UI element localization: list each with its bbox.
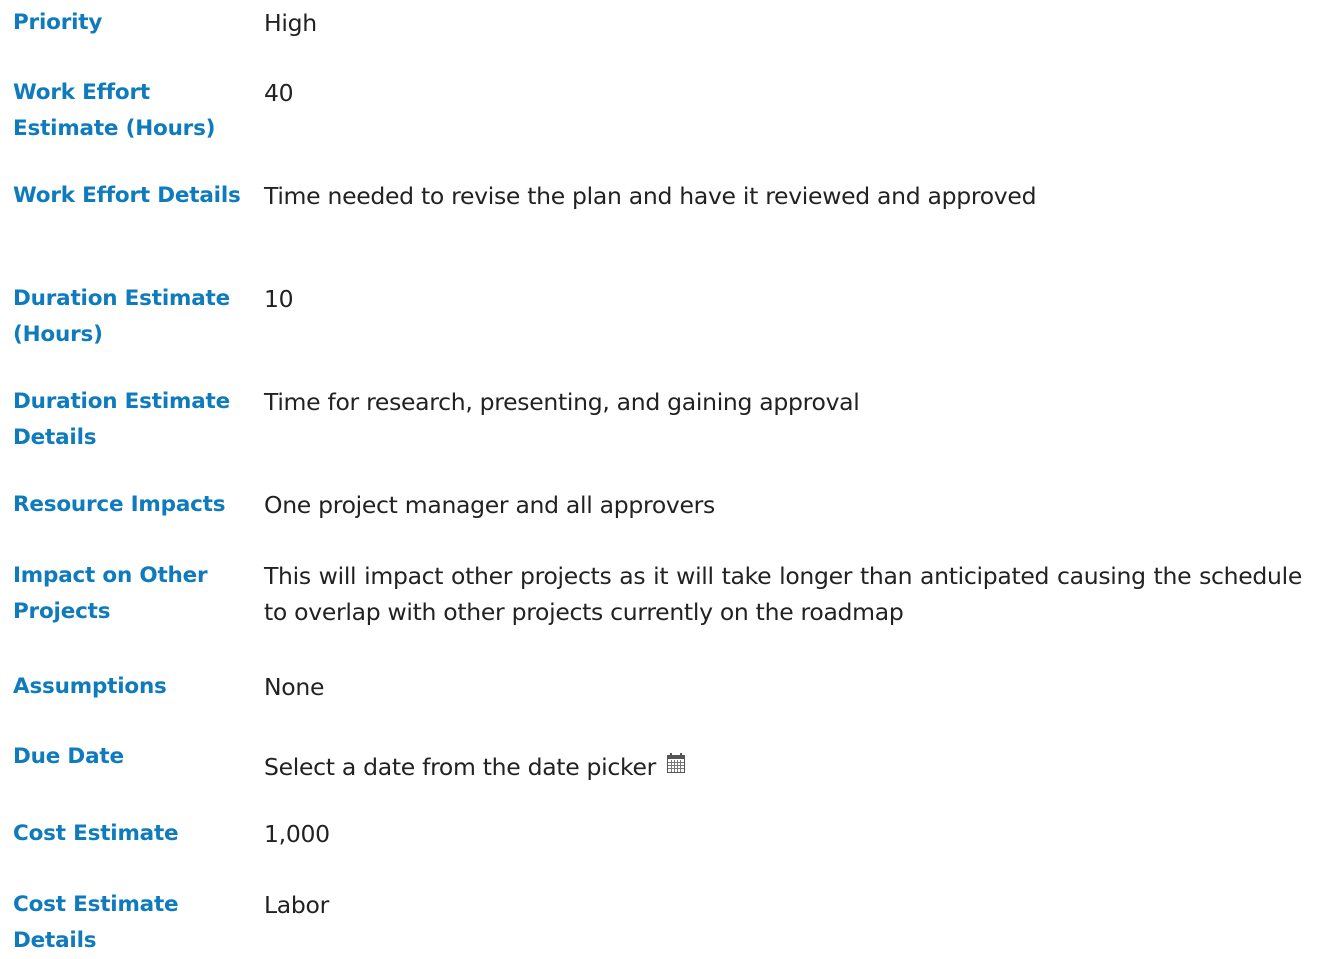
field-value-work-effort-estimate[interactable]: 40 [264, 75, 1302, 111]
field-label-due-date: Due Date [13, 744, 124, 769]
field-label-cost-estimate-details: Cost Estimate Details [13, 892, 179, 953]
field-row-due-date: Due Date Select a date from the date pic… [13, 739, 1303, 789]
field-label-work-effort-details: Work Effort Details [13, 183, 241, 208]
field-value-cost-estimate[interactable]: 1,000 [264, 816, 1302, 852]
field-row-resource-impacts: Resource Impacts One project manager and… [13, 487, 1303, 523]
field-row-duration-estimate: Duration Estimate (Hours) 10 [13, 281, 1303, 353]
field-label-resource-impacts: Resource Impacts [13, 492, 226, 517]
field-row-duration-estimate-details: Duration Estimate Details Time for resea… [13, 384, 1303, 456]
field-value-impact-on-other-projects[interactable]: This will impact other projects as it wi… [264, 558, 1302, 630]
field-label-assumptions: Assumptions [13, 674, 167, 699]
field-label-work-effort-estimate: Work Effort Estimate (Hours) [13, 80, 216, 141]
field-value-resource-impacts[interactable]: One project manager and all approvers [264, 487, 1302, 523]
field-row-work-effort-estimate: Work Effort Estimate (Hours) 40 [13, 75, 1303, 147]
field-value-cost-estimate-details[interactable]: Labor [264, 887, 1302, 923]
field-label-cost-estimate: Cost Estimate [13, 821, 179, 846]
field-row-impact-on-other-projects: Impact on Other Projects This will impac… [13, 558, 1303, 630]
field-row-priority: Priority High [13, 5, 1303, 41]
field-label-impact-on-other-projects: Impact on Other Projects [13, 563, 208, 624]
field-value-work-effort-details[interactable]: Time needed to revise the plan and have … [264, 178, 1302, 214]
field-label-priority: Priority [13, 10, 103, 35]
field-label-duration-estimate-details: Duration Estimate Details [13, 389, 230, 450]
field-row-work-effort-details: Work Effort Details Time needed to revis… [13, 178, 1303, 250]
field-value-priority[interactable]: High [264, 5, 1302, 41]
field-value-duration-estimate-details[interactable]: Time for research, presenting, and gaini… [264, 384, 1302, 420]
calendar-icon[interactable] [666, 748, 686, 773]
field-value-duration-estimate[interactable]: 10 [264, 281, 1302, 317]
field-row-cost-estimate: Cost Estimate 1,000 [13, 816, 1303, 852]
field-value-assumptions[interactable]: None [264, 669, 1302, 705]
due-date-picker[interactable]: Select a date from the date picker [264, 749, 1302, 785]
due-date-placeholder[interactable]: Select a date from the date picker [264, 749, 656, 785]
field-row-assumptions: Assumptions None [13, 669, 1303, 705]
field-row-cost-estimate-details: Cost Estimate Details Labor [13, 887, 1303, 959]
field-label-duration-estimate: Duration Estimate (Hours) [13, 286, 230, 347]
